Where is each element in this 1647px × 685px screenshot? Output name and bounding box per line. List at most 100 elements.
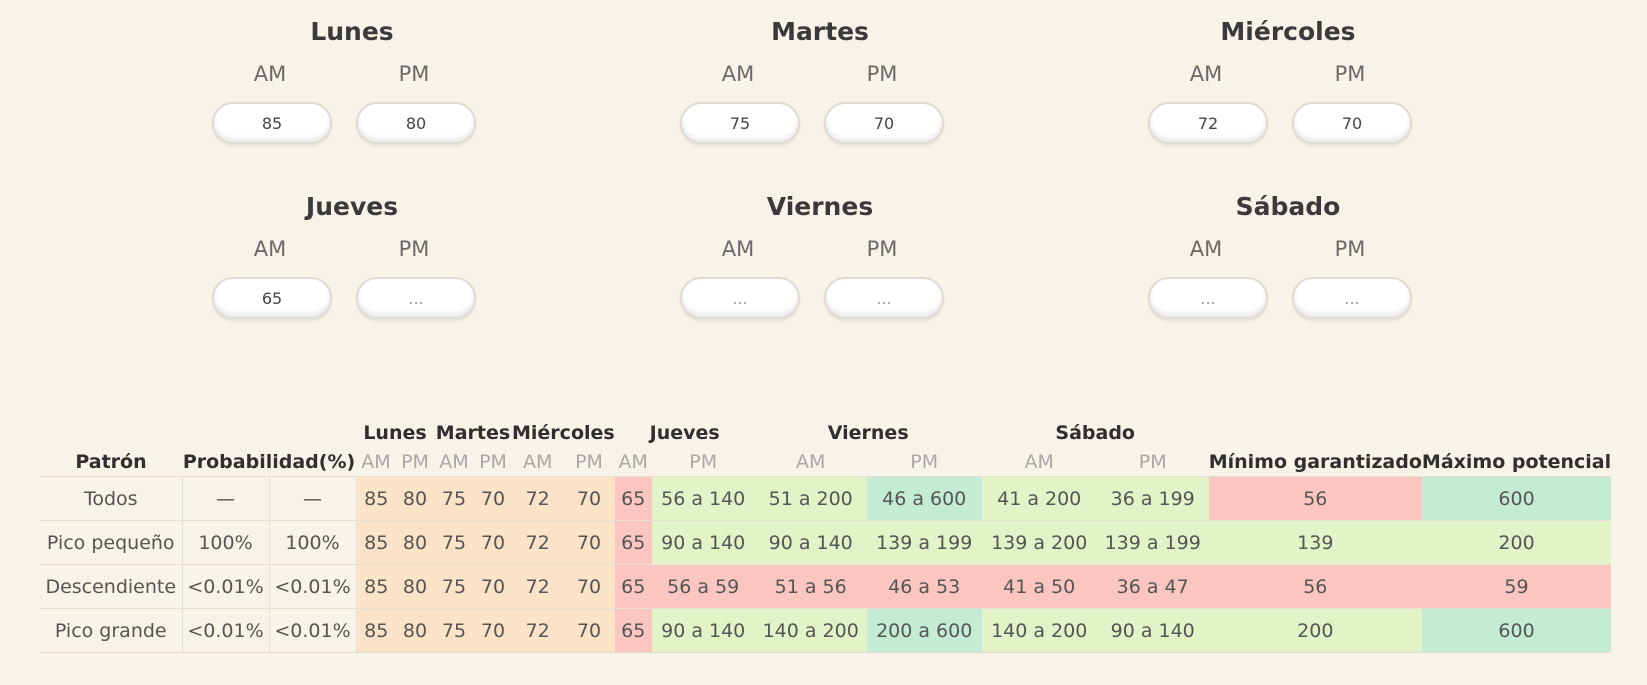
price-cell: 65 (614, 476, 652, 521)
max-potential-cell: 59 (1421, 564, 1612, 609)
price-cell: 70 (563, 564, 615, 609)
price-cell: 75 (434, 564, 474, 609)
price-cell: 139 a 199 (866, 520, 982, 565)
jueves-am-input[interactable] (212, 277, 332, 319)
martes-pm-input[interactable] (824, 102, 944, 144)
price-cell: 56 a 59 (651, 564, 755, 609)
header-pm: PM (401, 450, 429, 473)
price-cell: 70 (474, 564, 512, 609)
price-cell: 85 (356, 564, 396, 609)
price-cell: 65 (614, 564, 652, 609)
results-table: Lunes Martes Miércoles Jueves Viernes Sá… (40, 418, 1612, 653)
price-cell: 90 a 140 (651, 520, 755, 565)
price-cell: 70 (563, 520, 615, 565)
header-am: AM (361, 450, 391, 473)
header-day-miercoles: Miércoles (512, 421, 615, 444)
jueves-pm-input[interactable] (356, 277, 476, 319)
max-potential-cell: 200 (1421, 520, 1612, 565)
max-potential-cell: 600 (1421, 608, 1612, 653)
probability-value: 100% (269, 520, 357, 565)
max-potential-cell: 600 (1421, 476, 1612, 521)
header-pm: PM (689, 450, 718, 473)
lunes-pm-input[interactable] (356, 102, 476, 144)
table-header-days: Lunes Martes Miércoles Jueves Viernes Sá… (40, 418, 1611, 447)
header-day-lunes: Lunes (363, 421, 427, 444)
probability-value: — (269, 476, 357, 521)
pm-label: PM (398, 62, 430, 86)
price-cell: 75 (434, 608, 474, 653)
sabado-pm-input[interactable] (1292, 277, 1412, 319)
miercoles-pm-input[interactable] (1292, 102, 1412, 144)
day-block-jueves: Jueves AM PM (212, 189, 492, 321)
header-day-jueves: Jueves (649, 421, 720, 444)
viernes-am-input[interactable] (680, 277, 800, 319)
day-title: Sábado (1235, 192, 1341, 221)
price-cell: 70 (474, 608, 512, 653)
day-title: Martes (771, 17, 869, 46)
price-cell: 46 a 600 (866, 476, 982, 521)
day-title: Viernes (766, 192, 874, 221)
header-pm: PM (575, 450, 603, 473)
price-cell: 80 (396, 564, 434, 609)
price-cell: 56 a 140 (651, 476, 755, 521)
table-row: Todos — —85 80 75 70 72 70 65 56 a 140 51 a 200 46 … (40, 476, 1612, 521)
header-am: AM (618, 450, 648, 473)
header-am: AM (439, 450, 469, 473)
probability-value: <0.01% (269, 564, 357, 609)
day-block-miercoles: Miércoles AM PM (1148, 14, 1428, 146)
price-cell: 72 (512, 520, 564, 565)
pattern-name: Pico grande (40, 608, 183, 653)
price-cell: 41 a 200 (981, 476, 1097, 521)
price-cell: 70 (474, 476, 512, 521)
price-cell: 65 (614, 520, 652, 565)
sabado-am-input[interactable] (1148, 277, 1268, 319)
table-row: Pico pequeño 100% 100% 85 80 75 70 72 70 65 90 a 1… (40, 520, 1612, 565)
pattern-name: Todos (40, 476, 183, 521)
pm-label: PM (1334, 62, 1366, 86)
header-pm: PM (479, 450, 507, 473)
am-label: AM (253, 237, 287, 261)
price-cell: 85 (356, 476, 396, 521)
price-cell: 75 (434, 476, 474, 521)
price-cell: 72 (512, 476, 564, 521)
pattern-name: Descendiente (40, 564, 183, 609)
martes-am-input[interactable] (680, 102, 800, 144)
probability-value: <0.01% (182, 608, 270, 653)
am-label: AM (1189, 237, 1223, 261)
table-header-columns: Patrón Probabilidad(%) AM PM AM PM AM PM… (40, 447, 1611, 477)
price-cell: 85 (356, 520, 396, 565)
probability-value: — (182, 476, 270, 521)
pm-label: PM (866, 62, 898, 86)
viernes-pm-input[interactable] (824, 277, 944, 319)
am-label: AM (1189, 62, 1223, 86)
day-block-viernes: Viernes AM PM (680, 189, 960, 321)
price-cell: 90 a 140 (754, 520, 867, 565)
price-cell: 36 a 199 (1096, 476, 1209, 521)
min-guaranteed-cell: 139 (1208, 520, 1422, 565)
price-cell: 70 (563, 476, 615, 521)
price-cell: 139 a 200 (981, 520, 1097, 565)
price-cell: 72 (512, 564, 564, 609)
header-pm: PM (910, 450, 939, 473)
price-cell: 70 (563, 608, 615, 653)
lunes-am-input[interactable] (212, 102, 332, 144)
day-title: Lunes (310, 17, 394, 46)
price-cell: 139 a 199 (1096, 520, 1209, 565)
price-cell: 65 (614, 608, 652, 653)
price-cell: 140 a 200 (981, 608, 1097, 653)
header-maximo: Máximo potencial (1421, 450, 1612, 473)
am-label: AM (721, 237, 755, 261)
pattern-name: Pico pequeño (40, 520, 183, 565)
min-guaranteed-cell: 56 (1208, 564, 1422, 609)
day-title: Miércoles (1220, 17, 1356, 46)
header-patron: Patrón (75, 450, 147, 473)
price-cell: 85 (356, 608, 396, 653)
price-cell: 80 (396, 476, 434, 521)
header-am: AM (1024, 450, 1054, 473)
price-cell: 80 (396, 608, 434, 653)
pm-label: PM (866, 237, 898, 261)
price-cell: 72 (512, 608, 564, 653)
header-day-sabado: Sábado (1055, 421, 1135, 444)
pm-label: PM (398, 237, 430, 261)
miercoles-am-input[interactable] (1148, 102, 1268, 144)
